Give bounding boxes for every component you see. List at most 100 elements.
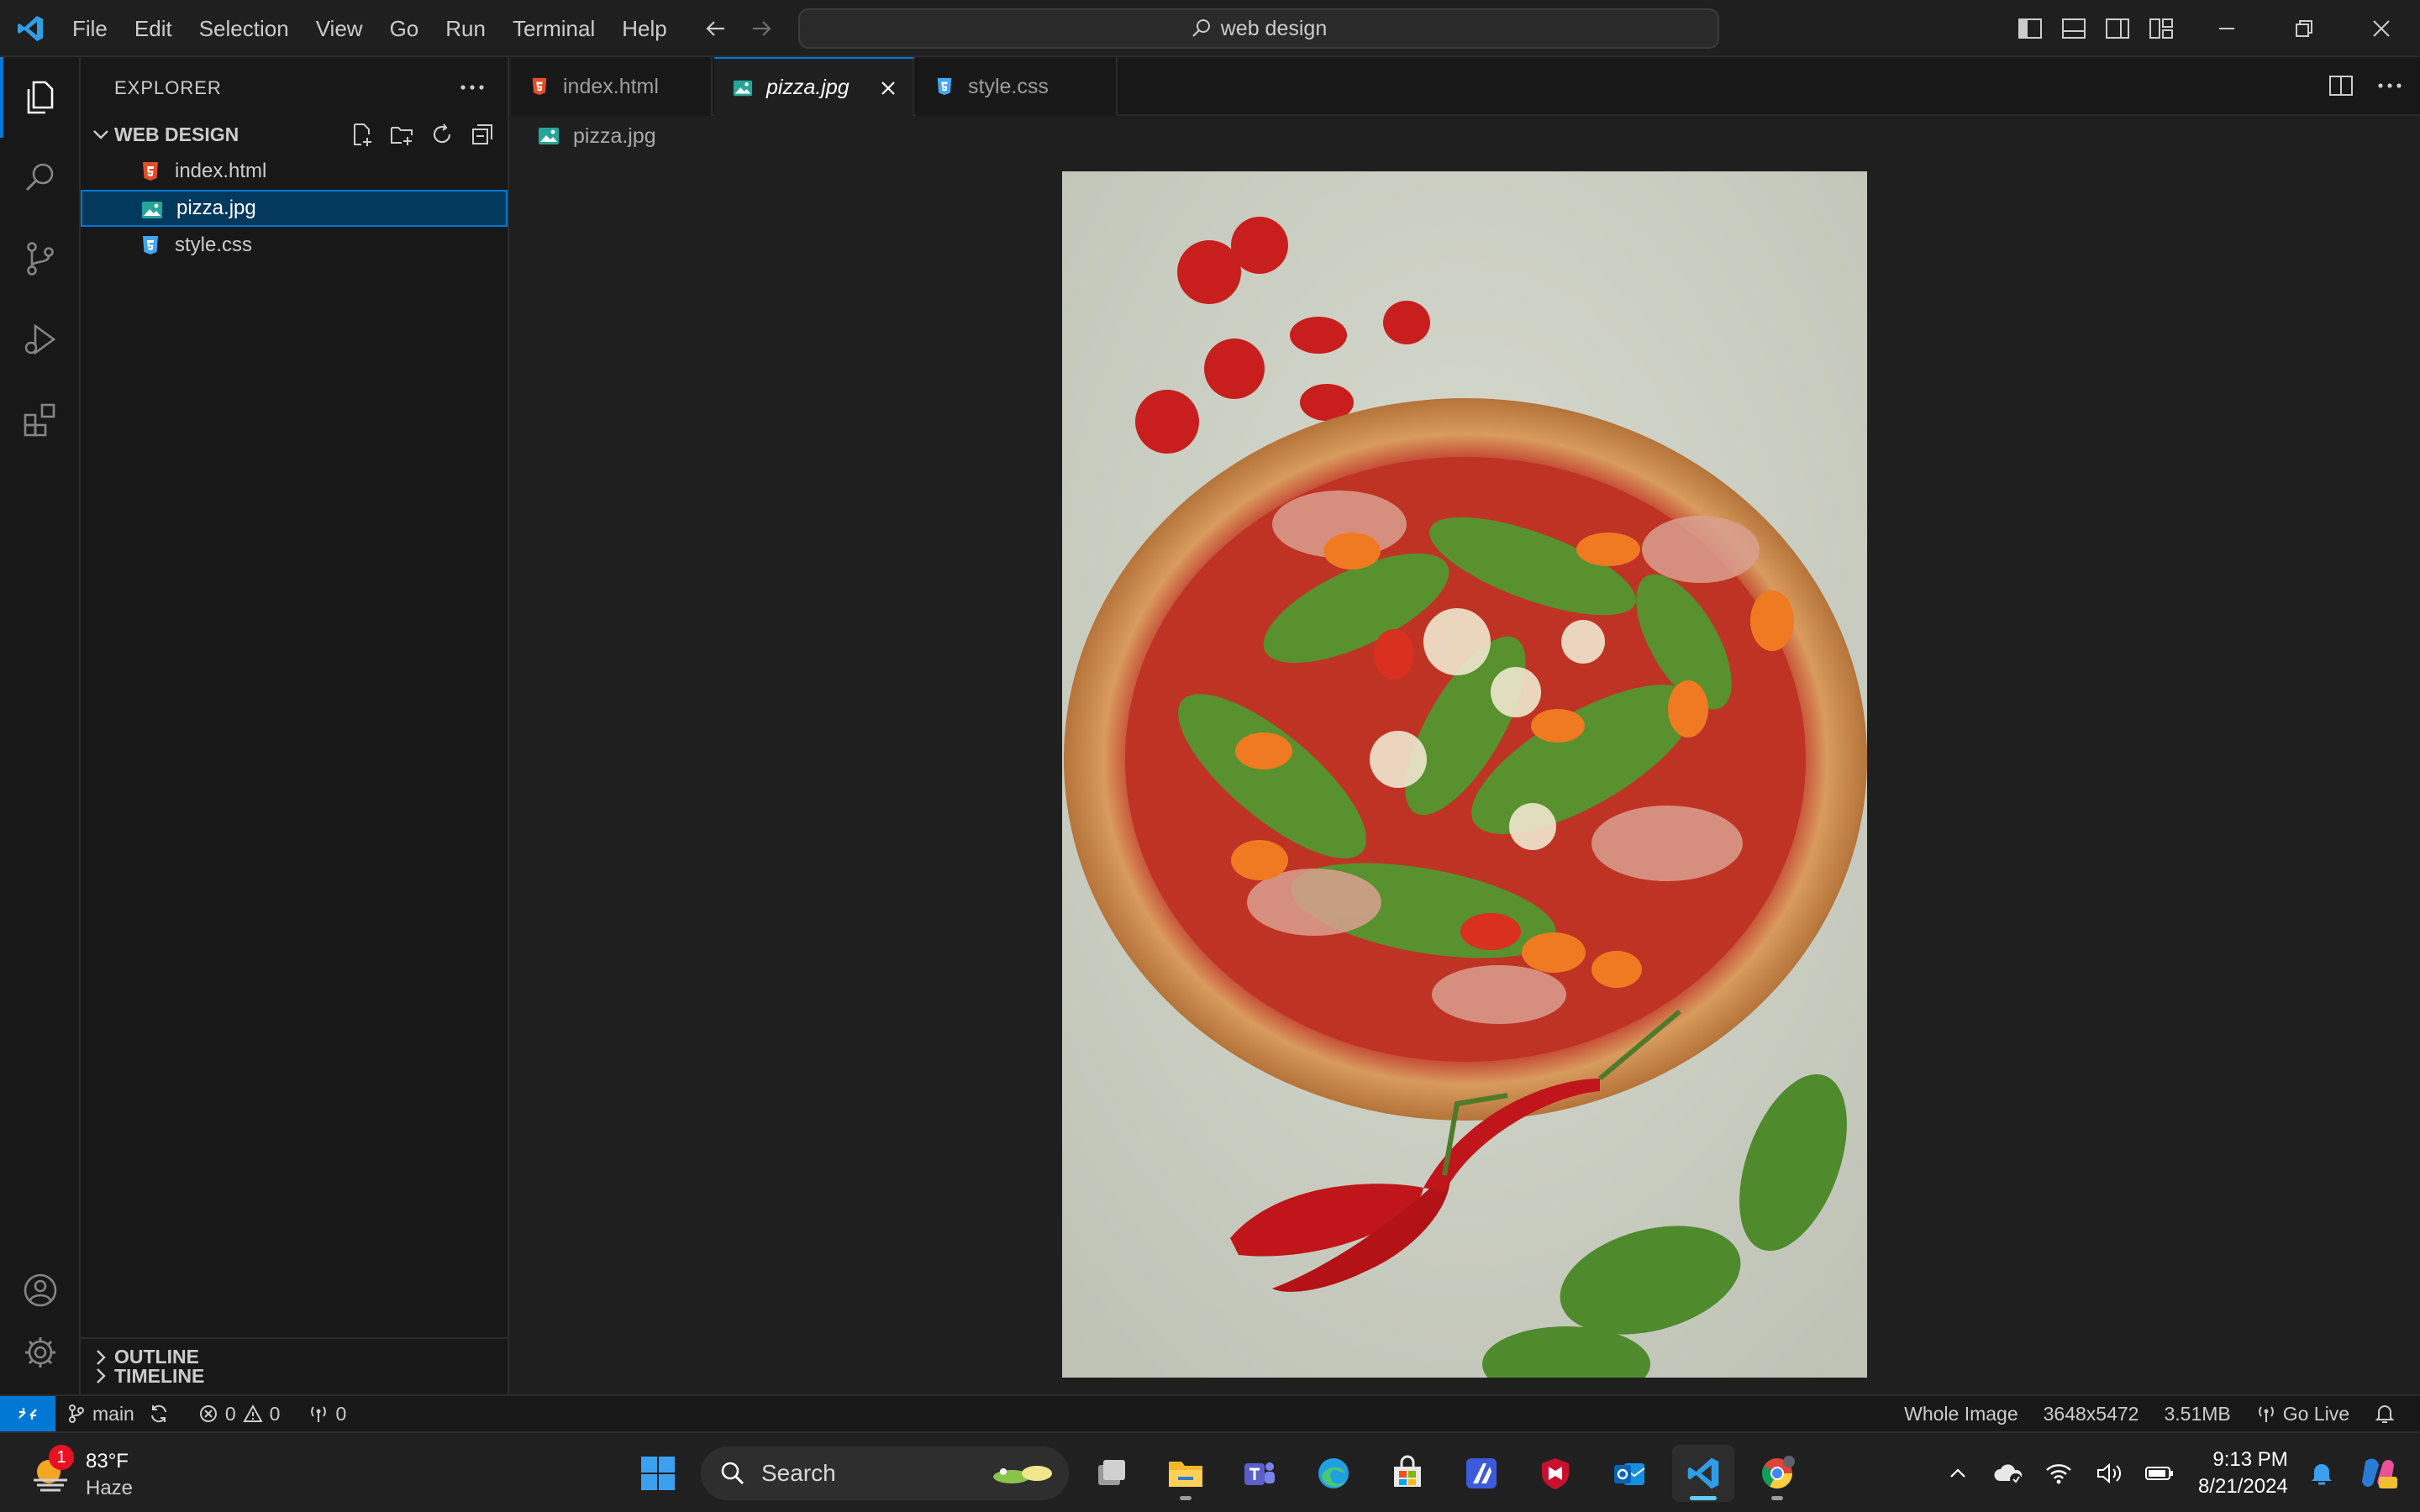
chevron-right-icon bbox=[97, 1368, 106, 1383]
start-button[interactable] bbox=[627, 1445, 689, 1502]
toggle-panel-icon[interactable] bbox=[2059, 13, 2089, 44]
file-label: pizza.jpg bbox=[176, 197, 256, 219]
minimize-icon[interactable] bbox=[2188, 0, 2265, 57]
status-left: main 0 0 0 bbox=[67, 1396, 346, 1431]
customize-layout-icon[interactable] bbox=[2146, 13, 2176, 44]
image-preview[interactable] bbox=[1062, 171, 1867, 1378]
tab-label: style.css bbox=[968, 74, 1049, 98]
go-live-label: Go Live bbox=[2282, 1402, 2349, 1425]
menu-help[interactable]: Help bbox=[608, 10, 680, 47]
settings-gear-icon[interactable] bbox=[0, 1312, 81, 1393]
system-clock[interactable]: 9:13 PM 8/21/2024 bbox=[2198, 1448, 2288, 1499]
forward-arrow-icon[interactable] bbox=[744, 13, 778, 44]
outlook-icon[interactable] bbox=[1598, 1445, 1660, 1502]
breadcrumb[interactable]: pizza.jpg bbox=[538, 119, 656, 153]
close-window-icon[interactable] bbox=[2343, 0, 2420, 57]
status-right: Whole Image 3648x5472 3.51MB Go Live bbox=[1904, 1396, 2395, 1431]
restore-icon[interactable] bbox=[2265, 0, 2343, 57]
menu-terminal[interactable]: Terminal bbox=[499, 10, 608, 47]
html-file-icon bbox=[532, 77, 547, 96]
edge-browser-icon[interactable] bbox=[1302, 1445, 1365, 1502]
explorer-sidebar: EXPLORER WEB DESIGN index.html pizza.jpg bbox=[81, 57, 509, 1394]
sync-icon[interactable] bbox=[148, 1403, 170, 1425]
menu-file[interactable]: File bbox=[59, 10, 121, 47]
tab-index-html[interactable]: index.html bbox=[511, 57, 713, 116]
onedrive-icon[interactable] bbox=[1991, 1457, 2025, 1490]
tab-style-css[interactable]: style.css bbox=[916, 57, 1118, 116]
css-file-icon bbox=[143, 236, 158, 255]
sidebar-title: EXPLORER bbox=[114, 77, 222, 98]
mcafee-icon[interactable] bbox=[1524, 1445, 1586, 1502]
weather-condition: Haze bbox=[86, 1477, 134, 1499]
back-arrow-icon[interactable] bbox=[699, 13, 733, 44]
menu-view[interactable]: View bbox=[302, 10, 376, 47]
css-file-icon bbox=[937, 77, 952, 96]
run-debug-icon[interactable] bbox=[0, 299, 81, 380]
teams-icon[interactable] bbox=[1228, 1445, 1291, 1502]
weather-temperature: 83°F bbox=[86, 1450, 129, 1473]
task-view-icon[interactable] bbox=[1081, 1445, 1143, 1502]
branch-status[interactable]: main bbox=[67, 1403, 170, 1425]
more-actions-icon[interactable] bbox=[457, 72, 487, 102]
tab-label: pizza.jpg bbox=[766, 75, 850, 99]
copilot-icon[interactable] bbox=[2355, 1457, 2401, 1490]
menu-selection[interactable]: Selection bbox=[186, 10, 302, 47]
editor-more-actions-icon[interactable] bbox=[2375, 71, 2405, 101]
file-explorer-icon[interactable] bbox=[1155, 1445, 1217, 1502]
chrome-icon[interactable] bbox=[1746, 1445, 1808, 1502]
toggle-secondary-sidebar-icon[interactable] bbox=[2102, 13, 2133, 44]
refresh-icon[interactable] bbox=[427, 119, 457, 150]
warning-count: 0 bbox=[269, 1402, 281, 1425]
search-view-icon[interactable] bbox=[0, 138, 81, 218]
file-item-index-html[interactable]: index.html bbox=[81, 153, 508, 190]
extensions-icon[interactable] bbox=[0, 380, 81, 460]
search-label: Search bbox=[761, 1460, 836, 1486]
broadcast-icon bbox=[2258, 1406, 2274, 1422]
weather-widget[interactable]: 1 83°F Haze bbox=[25, 1445, 193, 1502]
menu-edit[interactable]: Edit bbox=[121, 10, 186, 47]
notification-bell-icon[interactable] bbox=[2305, 1457, 2338, 1490]
collapse-all-icon[interactable] bbox=[467, 119, 497, 150]
volume-icon[interactable] bbox=[2092, 1457, 2126, 1490]
zoom-status[interactable]: Whole Image bbox=[1904, 1403, 2018, 1425]
timeline-section[interactable]: TIMELINE bbox=[81, 1357, 508, 1394]
search-icon bbox=[1192, 19, 1210, 37]
menu-bar: File Edit Selection View Go Run Terminal… bbox=[59, 0, 681, 57]
error-count: 0 bbox=[224, 1402, 236, 1425]
file-item-pizza-jpg[interactable]: pizza.jpg bbox=[81, 190, 508, 227]
powerautomate-icon[interactable] bbox=[1450, 1445, 1512, 1502]
editor-tab-bar: index.html pizza.jpg style.css bbox=[511, 57, 2420, 116]
command-center-search[interactable]: web design bbox=[798, 8, 1719, 49]
vscode-logo-icon bbox=[18, 16, 43, 41]
toggle-primary-sidebar-icon[interactable] bbox=[2015, 13, 2045, 44]
menu-go[interactable]: Go bbox=[376, 10, 433, 47]
new-file-icon[interactable] bbox=[346, 119, 376, 150]
menu-run[interactable]: Run bbox=[432, 10, 499, 47]
window-controls bbox=[2188, 0, 2420, 57]
activity-bar bbox=[0, 57, 81, 1394]
ports-status[interactable]: 0 bbox=[308, 1403, 346, 1425]
breadcrumb-label: pizza.jpg bbox=[573, 123, 656, 148]
source-control-icon[interactable] bbox=[0, 218, 81, 299]
vscode-taskbar-icon[interactable] bbox=[1672, 1445, 1734, 1502]
chevron-up-icon[interactable] bbox=[1941, 1457, 1975, 1490]
wifi-icon[interactable] bbox=[2042, 1457, 2075, 1490]
battery-icon[interactable] bbox=[2143, 1457, 2176, 1490]
explorer-icon[interactable] bbox=[0, 57, 81, 138]
new-folder-icon[interactable] bbox=[387, 119, 417, 150]
tab-pizza-jpg[interactable]: pizza.jpg bbox=[714, 57, 914, 116]
close-tab-icon[interactable] bbox=[876, 76, 901, 101]
file-item-style-css[interactable]: style.css bbox=[81, 227, 508, 264]
microsoft-store-icon[interactable] bbox=[1376, 1445, 1439, 1502]
taskbar-search[interactable]: Search bbox=[701, 1446, 1069, 1500]
folder-actions bbox=[346, 119, 497, 150]
status-bar: main 0 0 0 Whole Image 3648x5472 3.51MB … bbox=[0, 1394, 2420, 1431]
split-editor-icon[interactable] bbox=[2326, 71, 2356, 101]
image-dimensions: 3648x5472 bbox=[2043, 1402, 2139, 1425]
workspace-folder[interactable]: WEB DESIGN bbox=[81, 116, 508, 153]
problems-status[interactable]: 0 0 bbox=[198, 1402, 281, 1425]
remote-window-icon[interactable] bbox=[0, 1396, 55, 1431]
go-live-button[interactable]: Go Live bbox=[2256, 1403, 2349, 1425]
notifications-bell-icon[interactable] bbox=[2375, 1403, 2395, 1425]
navigation-arrows bbox=[699, 13, 778, 44]
